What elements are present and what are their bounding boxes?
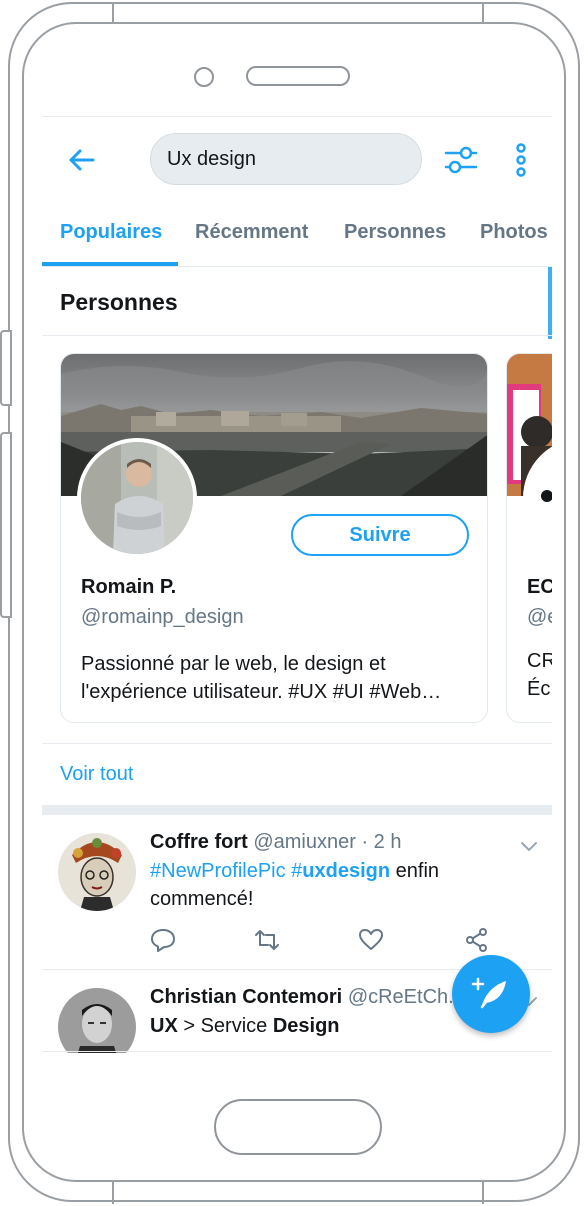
reply-icon[interactable] (150, 927, 176, 953)
tab-popular[interactable]: Populaires (60, 221, 162, 244)
app-screen: Ux design Populaires Récemment Personnes… (42, 116, 552, 1053)
tab-people[interactable]: Personnes (344, 221, 446, 244)
scrollbar[interactable] (548, 267, 552, 339)
phone-bottom-edge (112, 1182, 484, 1204)
tweet-author-name[interactable]: Christian Contemori (150, 986, 342, 1008)
avatar[interactable] (58, 833, 136, 911)
tweet-meta: @cReEtCh... (347, 986, 465, 1008)
avatar[interactable] (77, 438, 197, 558)
tweet-header: Coffre fort @amiuxner · 2 h (150, 831, 401, 854)
user-name: EC (527, 576, 552, 598)
search-input[interactable]: Ux design (150, 133, 422, 185)
avatar[interactable] (58, 988, 136, 1053)
filter-sliders-icon[interactable] (444, 143, 478, 177)
compose-tweet-button[interactable] (452, 955, 530, 1033)
user-bio-line: Éc (527, 678, 551, 700)
tweet-meta: @amiuxner · 2 h (253, 831, 402, 853)
follow-button[interactable]: Suivre (291, 514, 469, 556)
divider (42, 335, 552, 336)
tab-photos[interactable]: Photos (480, 221, 548, 244)
people-section-title: Personnes (60, 289, 178, 315)
speaker-grille (246, 66, 350, 86)
user-card-partial[interactable]: EC @e CR Éc (506, 353, 552, 723)
retweet-icon[interactable] (254, 927, 280, 953)
share-icon[interactable] (464, 927, 490, 953)
user-handle: @e (527, 606, 552, 628)
see-all-link[interactable]: Voir tout (60, 763, 133, 786)
user-card[interactable]: Suivre Romain P. @romainp_design Passion… (60, 353, 488, 723)
more-options-icon[interactable] (510, 141, 532, 179)
hashtag-link[interactable]: #uxdesign (291, 860, 390, 882)
divider (42, 1051, 552, 1052)
tweet-header: Christian Contemori @cReEtCh... (150, 986, 465, 1009)
power-button-left (0, 432, 12, 618)
divider (42, 743, 552, 744)
search-tabs: Populaires Récemment Personnes Photos (42, 203, 552, 267)
home-button[interactable] (214, 1099, 382, 1155)
chevron-down-icon[interactable] (518, 835, 540, 857)
user-handle: @romainp_design (81, 606, 244, 628)
user-bio-line: CR (527, 650, 552, 672)
tweet-text: #NewProfilePic #uxdesign enfin commencé! (150, 860, 440, 910)
tweet[interactable]: Coffre fort @amiuxner · 2 h #NewProfileP… (42, 815, 552, 969)
active-tab-indicator (42, 262, 178, 266)
front-camera (194, 67, 214, 87)
user-name: Romain P. (81, 576, 177, 598)
phone-top-edge (112, 2, 484, 24)
volume-button-left (0, 330, 12, 406)
tab-recent[interactable]: Récemment (195, 221, 308, 244)
tweet-author-name[interactable]: Coffre fort (150, 831, 248, 853)
search-header: Ux design (42, 117, 552, 203)
like-heart-icon[interactable] (358, 927, 384, 953)
section-divider (42, 805, 552, 815)
back-arrow-icon[interactable] (66, 145, 96, 175)
hashtag-link[interactable]: #NewProfilePic (150, 860, 286, 882)
compose-feather-icon (471, 977, 506, 1009)
user-bio: Passionné par le web, le design et l'exp… (81, 653, 442, 703)
